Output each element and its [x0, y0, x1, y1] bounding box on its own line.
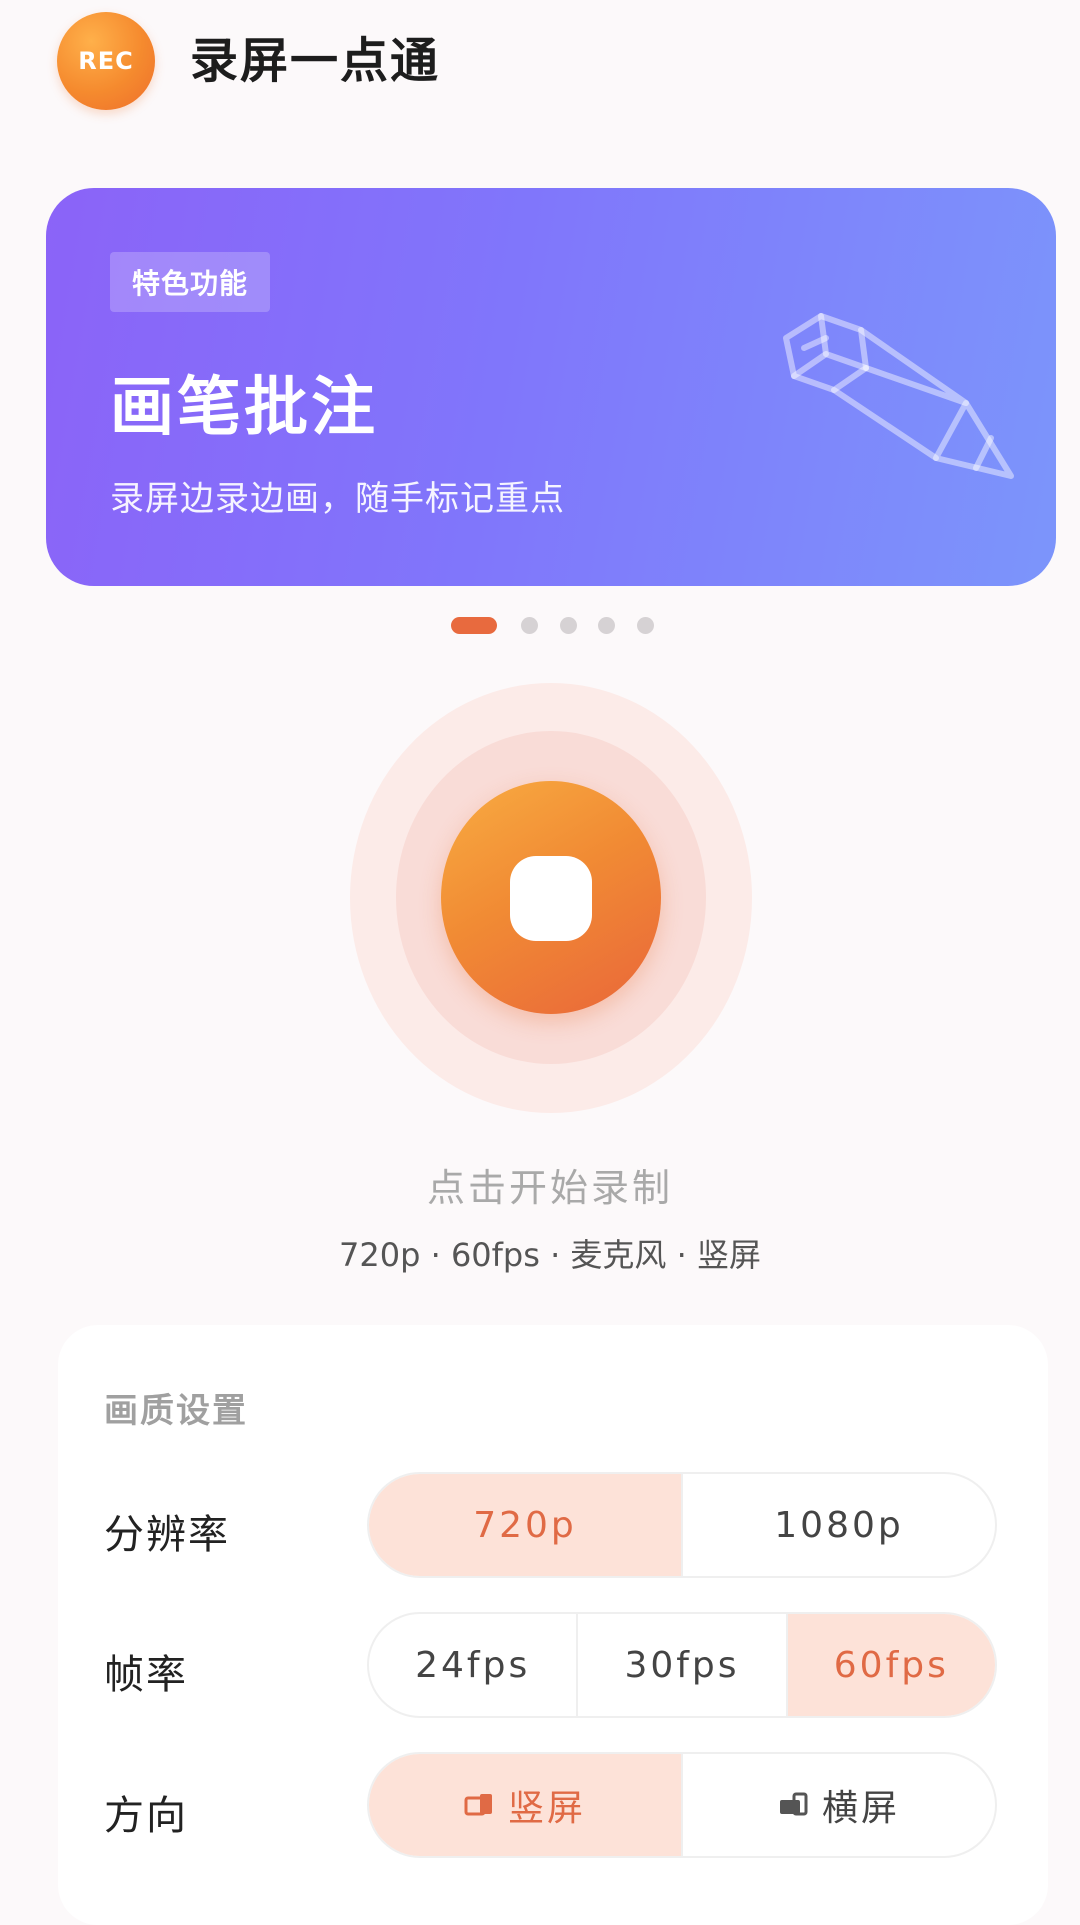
- orientation-option-landscape[interactable]: 横屏: [683, 1754, 995, 1856]
- orientation-option-label: 竖屏: [507, 1788, 586, 1829]
- carousel-dot[interactable]: [521, 617, 538, 634]
- carousel-dot[interactable]: [598, 617, 615, 634]
- app-title: 录屏一点通: [190, 33, 441, 89]
- feature-banner[interactable]: 特色功能 画笔批注 录屏边录边画，随手标记重点: [46, 188, 1056, 586]
- framerate-option-60fps[interactable]: 60fps: [787, 1614, 995, 1716]
- settings-title: 画质设置: [104, 1391, 248, 1431]
- record-summary: 720p · 60fps · 麦克风 · 竖屏: [339, 1236, 761, 1274]
- stop-icon: [510, 856, 592, 941]
- framerate-option-24fps[interactable]: 24fps: [369, 1614, 579, 1716]
- resolution-option-720p[interactable]: 720p: [369, 1474, 683, 1576]
- orientation-option-portrait[interactable]: 竖屏: [369, 1754, 683, 1856]
- landscape-icon: [779, 1792, 808, 1816]
- framerate-label: 帧率: [104, 1652, 188, 1698]
- portrait-icon: [464, 1794, 492, 1816]
- carousel-dot[interactable]: [637, 617, 654, 634]
- resolution-label: 分辨率: [104, 1512, 230, 1558]
- pencil-icon: [783, 313, 1014, 479]
- resolution-option-1080p[interactable]: 1080p: [683, 1474, 995, 1576]
- orientation-selector: 竖屏 横屏: [367, 1752, 997, 1858]
- app-logo: REC: [57, 12, 155, 110]
- carousel-dot[interactable]: [451, 617, 497, 634]
- framerate-option-30fps[interactable]: 30fps: [578, 1614, 788, 1716]
- banner-tag: 特色功能: [110, 252, 271, 312]
- banner-subtitle: 录屏边录边画，随手标记重点: [110, 479, 565, 519]
- carousel-dot[interactable]: [560, 617, 577, 634]
- record-hint: 点击开始录制: [426, 1166, 673, 1210]
- framerate-selector: 24fps 30fps 60fps: [367, 1612, 997, 1718]
- carousel-indicator: [0, 617, 1080, 637]
- record-button[interactable]: [441, 781, 661, 1014]
- banner-title: 画笔批注: [110, 371, 378, 445]
- resolution-selector: 720p 1080p: [367, 1472, 997, 1578]
- orientation-option-label: 横屏: [821, 1788, 900, 1829]
- orientation-label: 方向: [104, 1793, 188, 1839]
